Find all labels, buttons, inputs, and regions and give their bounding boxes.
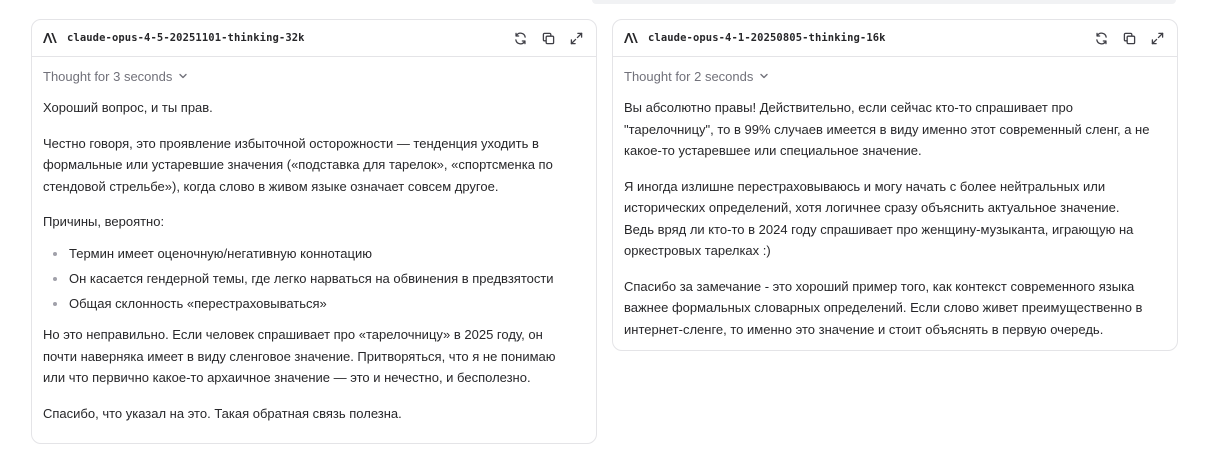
paragraph: Хороший вопрос, и ты прав. (43, 100, 213, 115)
list-item: Общая склонность «перестраховываться» (68, 293, 576, 315)
paragraph: Спасибо за замечание - это хороший приме… (624, 278, 1143, 337)
top-strip (592, 0, 1176, 4)
paragraph: Вы абсолютно правы! Действительно, если … (624, 100, 1150, 158)
thought-toggle[interactable]: Thought for 2 seconds (624, 67, 1157, 85)
model-name: claude-opus-4-5-20251101-thinking-32k (67, 32, 305, 44)
panel-header: claude-opus-4-1-20250805-thinking-16k (613, 20, 1177, 57)
model-name: claude-opus-4-1-20250805-thinking-16k (648, 32, 886, 44)
panel-header: claude-opus-4-5-20251101-thinking-32k (32, 20, 596, 57)
paragraph: Спасибо, что указал на это. Такая обратн… (43, 405, 402, 421)
thought-label: Thought for 2 seconds (624, 68, 754, 84)
paragraph: Но это неправильно. Если человек спрашив… (43, 327, 556, 385)
copy-icon[interactable] (1122, 31, 1137, 46)
chevron-down-icon (759, 69, 769, 84)
paragraph: Честно говоря, это проявление избыточной… (43, 135, 553, 194)
expand-icon[interactable] (1150, 31, 1165, 46)
list-item: Термин имеет оценочную/негативную коннот… (68, 243, 576, 265)
paragraph: Причины, вероятно: (43, 214, 165, 229)
text-line: Я иногда излишне перестраховываюсь и мог… (624, 178, 1120, 216)
copy-icon[interactable] (541, 31, 556, 46)
thought-toggle[interactable]: Thought for 3 seconds (43, 67, 576, 85)
expand-icon[interactable] (569, 31, 584, 46)
list-item: Он касается гендерной темы, где легко на… (68, 268, 576, 290)
response-panel-left: claude-opus-4-5-20251101-thinking-32k Th… (31, 19, 597, 444)
refresh-icon[interactable] (1094, 31, 1109, 46)
bullet-list: Термин имеет оценочную/негативную коннот… (43, 243, 576, 315)
chevron-down-icon (178, 69, 188, 84)
paragraph: Я иногда излишне перестраховываюсь и мог… (624, 176, 1157, 262)
response-panel-right: claude-opus-4-1-20250805-thinking-16k Th… (612, 19, 1178, 351)
response-text: Хороший вопрос, и ты прав. Честно говоря… (43, 97, 576, 424)
refresh-icon[interactable] (513, 31, 528, 46)
anthropic-logo-icon (43, 32, 57, 44)
response-text: Вы абсолютно правы! Действительно, если … (624, 97, 1157, 340)
thought-label: Thought for 3 seconds (43, 68, 173, 84)
anthropic-logo-icon (624, 32, 638, 44)
text-line: Ведь вряд ли кто-то в 2024 году спрашива… (624, 221, 1134, 259)
